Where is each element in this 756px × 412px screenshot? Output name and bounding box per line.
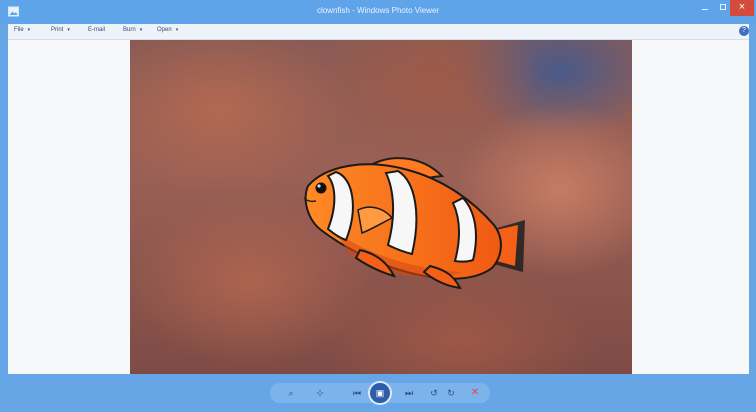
help-icon[interactable]: ? <box>739 26 749 36</box>
delete-icon[interactable]: ✕ <box>468 383 482 403</box>
actual-size-icon[interactable]: ⊹ <box>314 383 326 403</box>
control-bar: ⌕ ⊹ ⏮ ▣ ⏭ ↺ ↻ ✕ <box>0 374 756 412</box>
title-bar: clownfish - Windows Photo Viewer × <box>0 0 756 24</box>
slideshow-icon: ▣ <box>375 388 385 398</box>
chevron-down-icon: ▾ <box>27 27 31 33</box>
zoom-icon[interactable]: ⌕ <box>282 383 300 403</box>
photo-viewer-window: clownfish - Windows Photo Viewer × File ▾… <box>0 0 756 412</box>
close-button[interactable]: × <box>730 0 754 16</box>
menu-burn[interactable]: Burn ▾ <box>123 27 142 33</box>
next-button[interactable]: ⏭ <box>390 383 428 403</box>
rotate-clockwise-icon[interactable]: ↻ <box>445 383 457 403</box>
clownfish-illustration <box>303 157 525 290</box>
menu-file[interactable]: File ▾ <box>14 27 30 33</box>
menu-email[interactable]: E-mail <box>88 27 105 33</box>
chevron-down-icon: ▾ <box>139 27 143 33</box>
menu-open-label: Open <box>157 27 172 33</box>
menu-print[interactable]: Print ▾ <box>51 27 70 33</box>
menu-email-label: E-mail <box>88 27 106 33</box>
viewer-area <box>8 40 749 374</box>
chevron-down-icon: ▾ <box>67 27 70 33</box>
rotate-counterclockwise-icon[interactable]: ↺ <box>428 383 440 403</box>
slideshow-button[interactable]: ▣ <box>368 381 392 405</box>
window-title: clownfish - Windows Photo Viewer <box>316 6 440 15</box>
menu-bar: File ▾ Print ▾ E-mail Burn ▾ Open ▾ ? <box>8 24 749 40</box>
menu-file-label: File <box>14 27 24 33</box>
menu-print-label: Print <box>51 27 64 33</box>
minimize-button[interactable] <box>696 0 714 16</box>
close-icon: × <box>738 1 746 13</box>
chevron-down-icon: ▾ <box>175 27 179 33</box>
control-pill: ⌕ ⊹ ⏮ ▣ ⏭ ↺ ↻ ✕ <box>270 381 490 405</box>
menu-burn-label: Burn <box>123 27 136 33</box>
photo <box>130 40 632 374</box>
menu-open[interactable]: Open ▾ <box>157 27 178 33</box>
